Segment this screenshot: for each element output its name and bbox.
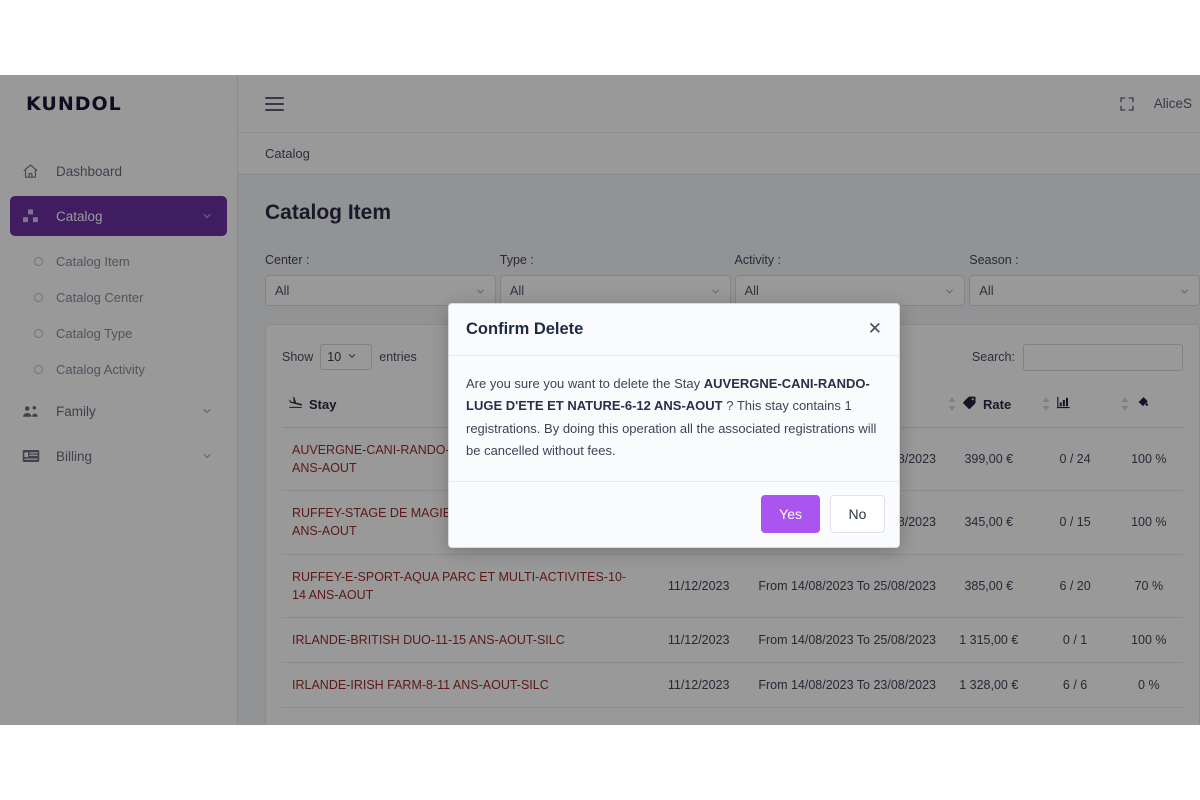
modal-header: Confirm Delete ✕ xyxy=(449,304,899,356)
application-window: KUNDOL Dashboard xyxy=(0,75,1200,725)
screenshot-viewport: KUNDOL Dashboard xyxy=(0,0,1200,800)
confirm-yes-button[interactable]: Yes xyxy=(761,495,820,533)
cancel-no-button[interactable]: No xyxy=(830,495,885,533)
close-icon[interactable]: ✕ xyxy=(868,321,882,338)
modal-body: Are you sure you want to delete the Stay… xyxy=(449,356,899,482)
modal-body-prefix: Are you sure you want to delete the Stay xyxy=(466,376,704,391)
modal-title: Confirm Delete xyxy=(466,320,583,339)
modal-footer: Yes No xyxy=(449,482,899,547)
confirm-delete-modal: Confirm Delete ✕ Are you sure you want t… xyxy=(448,303,900,548)
